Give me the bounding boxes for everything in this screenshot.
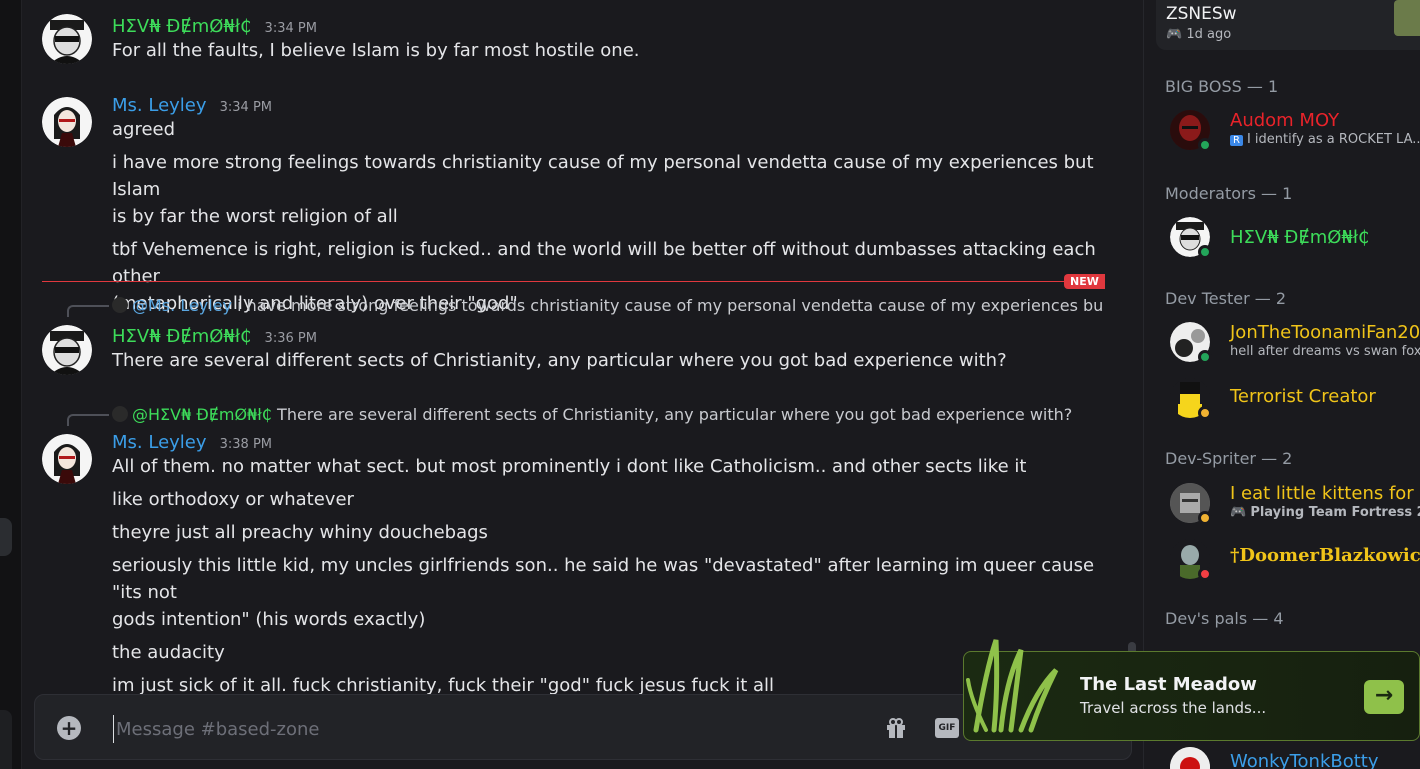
message-line: All of them. no matter what sect. but mo… <box>112 456 1027 477</box>
member-activity: RI identify as a ROCKET LA... <box>1230 132 1420 147</box>
message-author[interactable]: Ms. Leyley <box>112 432 207 453</box>
reply-connector <box>67 414 109 426</box>
quest-banner[interactable]: The Last Meadow Travel across the lands.… <box>963 639 1420 741</box>
role-header: BIG BOSS — 1 <box>1165 77 1279 96</box>
message-group: Ms. Leyley 3:34 PM agreed i have more st… <box>112 95 1113 317</box>
message-line: There are several different sects of Chr… <box>112 350 1007 371</box>
message-line: theyre just all preachy whiny douchebags <box>112 522 488 543</box>
new-messages-divider <box>42 281 1104 282</box>
member-item[interactable]: I eat little kittens for l... 🎮 Playing … <box>1170 481 1420 525</box>
online-status-icon <box>1198 245 1212 259</box>
message-line: i have more strong feelings towards chri… <box>112 152 1094 200</box>
member-item[interactable]: JonTheToonamiFan2007 hell after dreams v… <box>1170 320 1420 364</box>
profile-status: 🎮 1d ago <box>1166 27 1231 42</box>
skull-avatar-icon <box>42 14 92 64</box>
gif-button[interactable]: GIF <box>935 718 959 738</box>
quest-title: The Last Meadow <box>1080 674 1257 695</box>
message-timestamp: 3:36 PM <box>264 331 317 346</box>
sidebar-collapse-tab[interactable] <box>0 518 12 556</box>
reply-preview[interactable]: @Ms. Leyley i have more strong feelings … <box>112 296 1102 315</box>
profile-status-text: 1d ago <box>1186 27 1232 42</box>
idle-status-icon <box>1198 511 1212 525</box>
message-line: like orthodoxy or whatever <box>112 489 354 510</box>
member-name: Audom MOY <box>1230 110 1340 131</box>
member-name: WonkyTonkBotty <box>1230 751 1379 769</box>
skull-avatar-icon <box>42 325 92 375</box>
role-header: Dev's pals — 4 <box>1165 609 1284 628</box>
add-attachment-icon[interactable]: + <box>57 716 81 740</box>
rocket-league-badge-icon: R <box>1230 135 1243 146</box>
message-input[interactable] <box>113 715 813 743</box>
member-item[interactable]: HΣV₦ ĐɆmØ₦ł₵ <box>1170 215 1420 259</box>
member-item[interactable]: WonkyTonkBotty <box>1170 745 1420 769</box>
reply-text: i have more strong feelings towards chri… <box>232 296 1102 315</box>
game-thumbnail <box>1394 0 1420 36</box>
member-activity: 🎮 Playing Team Fortress 2 <box>1230 505 1420 520</box>
anime-girl-avatar-icon <box>42 434 92 484</box>
message-author[interactable]: HΣV₦ ĐɆmØ₦ł₵ <box>112 16 251 37</box>
message-author[interactable]: HΣV₦ ĐɆmØ₦ł₵ <box>112 326 251 347</box>
member-activity: hell after dreams vs swan fox <box>1230 344 1420 359</box>
message-line: gods intention" (his words exactly) <box>112 609 426 630</box>
gamepad-icon: 🎮 <box>1166 27 1187 42</box>
member-name: I eat little kittens for l... <box>1230 483 1420 504</box>
reply-mention[interactable]: @HΣV₦ ĐɆmØ₦ł₵ <box>132 405 272 424</box>
reply-connector <box>67 305 109 317</box>
discord-window: HΣV₦ ĐɆmØ₦ł₵ 3:34 PM For all the faults,… <box>0 0 1420 769</box>
member-name: JonTheToonamiFan2007 <box>1230 322 1420 343</box>
avatar[interactable] <box>42 325 92 375</box>
message-timestamp: 3:34 PM <box>264 21 317 36</box>
mini-avatar-icon <box>112 297 128 313</box>
message-line: agreed <box>112 119 176 140</box>
anime-girl-avatar-icon <box>42 97 92 147</box>
online-status-icon <box>1198 350 1212 364</box>
mini-avatar-icon <box>112 406 128 422</box>
member-name: †DoomerBlazkowicz† <box>1230 545 1420 566</box>
profile-name: ZSNESw <box>1166 4 1237 24</box>
avatar[interactable] <box>42 14 92 64</box>
role-header: Dev-Spriter — 2 <box>1165 449 1293 468</box>
message-author[interactable]: Ms. Leyley <box>112 95 207 116</box>
member-item[interactable]: †DoomerBlazkowicz† <box>1170 537 1420 581</box>
idle-status-icon <box>1198 406 1212 420</box>
message-line: is by far the worst religion of all <box>112 206 398 227</box>
member-name: HΣV₦ ĐɆmØ₦ł₵ <box>1230 227 1370 248</box>
member-activity-text: I identify as a ROCKET LA... <box>1246 132 1420 147</box>
member-activity-text: Playing Team Fortress 2 <box>1250 505 1420 520</box>
server-sidebar-edge <box>0 0 22 769</box>
reply-preview[interactable]: @HΣV₦ ĐɆmØ₦ł₵ There are several differen… <box>112 405 1102 424</box>
clown-avatar-icon <box>1170 747 1210 769</box>
member-item[interactable]: Audom MOY RI identify as a ROCKET LA... <box>1170 108 1420 152</box>
message-line: seriously this little kid, my uncles gir… <box>112 555 1095 603</box>
role-header: Dev Tester — 2 <box>1165 289 1286 308</box>
new-messages-badge: NEW <box>1064 274 1105 289</box>
dnd-status-icon <box>1198 567 1212 581</box>
arrow-right-icon[interactable]: → <box>1364 680 1404 714</box>
quest-subtitle: Travel across the lands... <box>1080 699 1267 717</box>
gamepad-icon: 🎮 <box>1230 505 1251 520</box>
role-header: Moderators — 1 <box>1165 184 1293 203</box>
message-group: HΣV₦ ĐɆmØ₦ł₵ 3:36 PM There are several d… <box>112 326 1113 374</box>
message-group: HΣV₦ ĐɆmØ₦ł₵ 3:34 PM For all the faults,… <box>112 16 1113 64</box>
gift-box-icon <box>887 718 905 738</box>
grass-icon <box>966 639 1059 733</box>
profile-activity-card[interactable]: ZSNESw 🎮 1d ago <box>1156 0 1420 50</box>
message-timestamp: 3:34 PM <box>219 100 273 115</box>
reply-mention[interactable]: @Ms. Leyley <box>132 296 232 315</box>
user-panel-edge <box>0 710 12 769</box>
member-item[interactable]: Terrorist Creator <box>1170 376 1420 420</box>
online-status-icon <box>1198 138 1212 152</box>
member-name: Terrorist Creator <box>1230 386 1376 407</box>
message-line: For all the faults, I believe Islam is b… <box>112 40 640 61</box>
reply-text: There are several different sects of Chr… <box>271 405 1073 424</box>
avatar[interactable] <box>42 97 92 147</box>
avatar <box>1170 747 1210 769</box>
message-timestamp: 3:38 PM <box>219 437 273 452</box>
gift-icon[interactable] <box>885 717 907 739</box>
avatar[interactable] <box>42 434 92 484</box>
